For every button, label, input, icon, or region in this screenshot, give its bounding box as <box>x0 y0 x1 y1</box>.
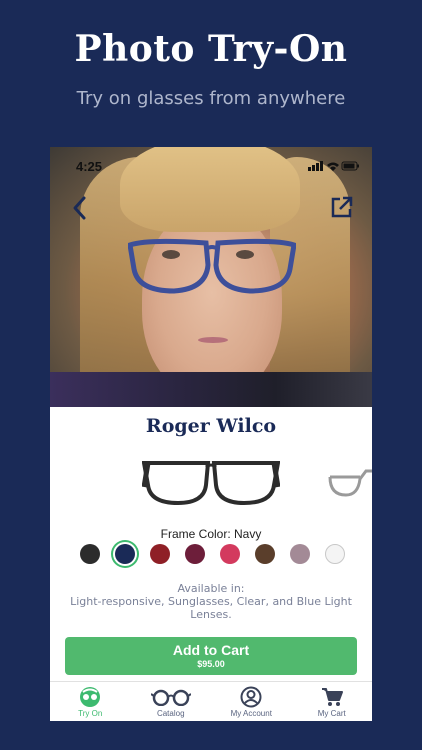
color-swatch-navy[interactable] <box>115 544 135 564</box>
tab-catalog[interactable]: Catalog <box>131 682 212 721</box>
color-swatch-brown[interactable] <box>255 544 275 564</box>
try-on-photo: 4:25 <box>50 147 372 407</box>
photo-hair-top <box>120 147 300 232</box>
glasses-icon <box>150 689 191 706</box>
photo-shirt <box>50 372 372 407</box>
tab-label: My Cart <box>317 709 346 718</box>
tab-try-on[interactable]: Try On <box>50 682 131 721</box>
frame-image-icon[interactable] <box>142 457 280 509</box>
color-swatch-clear[interactable] <box>325 544 345 564</box>
price-label: $95.00 <box>197 659 225 669</box>
phone-screen: 4:25 Roger Wilco Frame Color: Navy Avail… <box>50 147 372 721</box>
cart-icon <box>321 688 343 706</box>
availability-info: Available in: Light-responsive, Sunglass… <box>50 582 372 621</box>
photo-mouth <box>198 337 228 343</box>
try-on-icon <box>80 687 101 707</box>
availability-title: Available in: <box>177 582 245 595</box>
color-swatches <box>80 544 345 564</box>
availability-text: Light-responsive, Sunglasses, Clear, and… <box>70 595 352 621</box>
tab-label: Catalog <box>156 709 185 718</box>
product-name: Roger Wilco <box>145 415 277 437</box>
add-to-cart-button[interactable]: Add to Cart $95.00 <box>65 637 357 675</box>
virtual-glasses <box>128 238 296 294</box>
color-swatch-pink[interactable] <box>220 544 240 564</box>
color-swatch-black[interactable] <box>80 544 100 564</box>
next-frame-preview-icon[interactable] <box>326 467 372 499</box>
promo-subtitle: Try on glasses from anywhere <box>76 88 346 109</box>
tab-bar: Try On Catalog My Account My Cart <box>50 681 372 721</box>
share-icon[interactable] <box>330 195 354 219</box>
tab-my-account[interactable]: My Account <box>211 682 292 721</box>
color-swatch-mauve[interactable] <box>290 544 310 564</box>
tab-label: My Account <box>230 709 272 718</box>
color-swatch-burgundy[interactable] <box>185 544 205 564</box>
account-icon <box>240 686 262 708</box>
status-time: 4:25 <box>76 159 103 174</box>
status-icons <box>308 159 360 177</box>
back-chevron-icon[interactable] <box>70 195 90 221</box>
add-to-cart-label: Add to Cart <box>172 642 250 658</box>
color-swatch-red[interactable] <box>150 544 170 564</box>
promo-title: Photo Try-On <box>74 28 348 70</box>
tab-label: Try On <box>78 709 103 718</box>
tab-my-cart[interactable]: My Cart <box>292 682 373 721</box>
frame-color-label: Frame Color: Navy <box>160 527 262 541</box>
